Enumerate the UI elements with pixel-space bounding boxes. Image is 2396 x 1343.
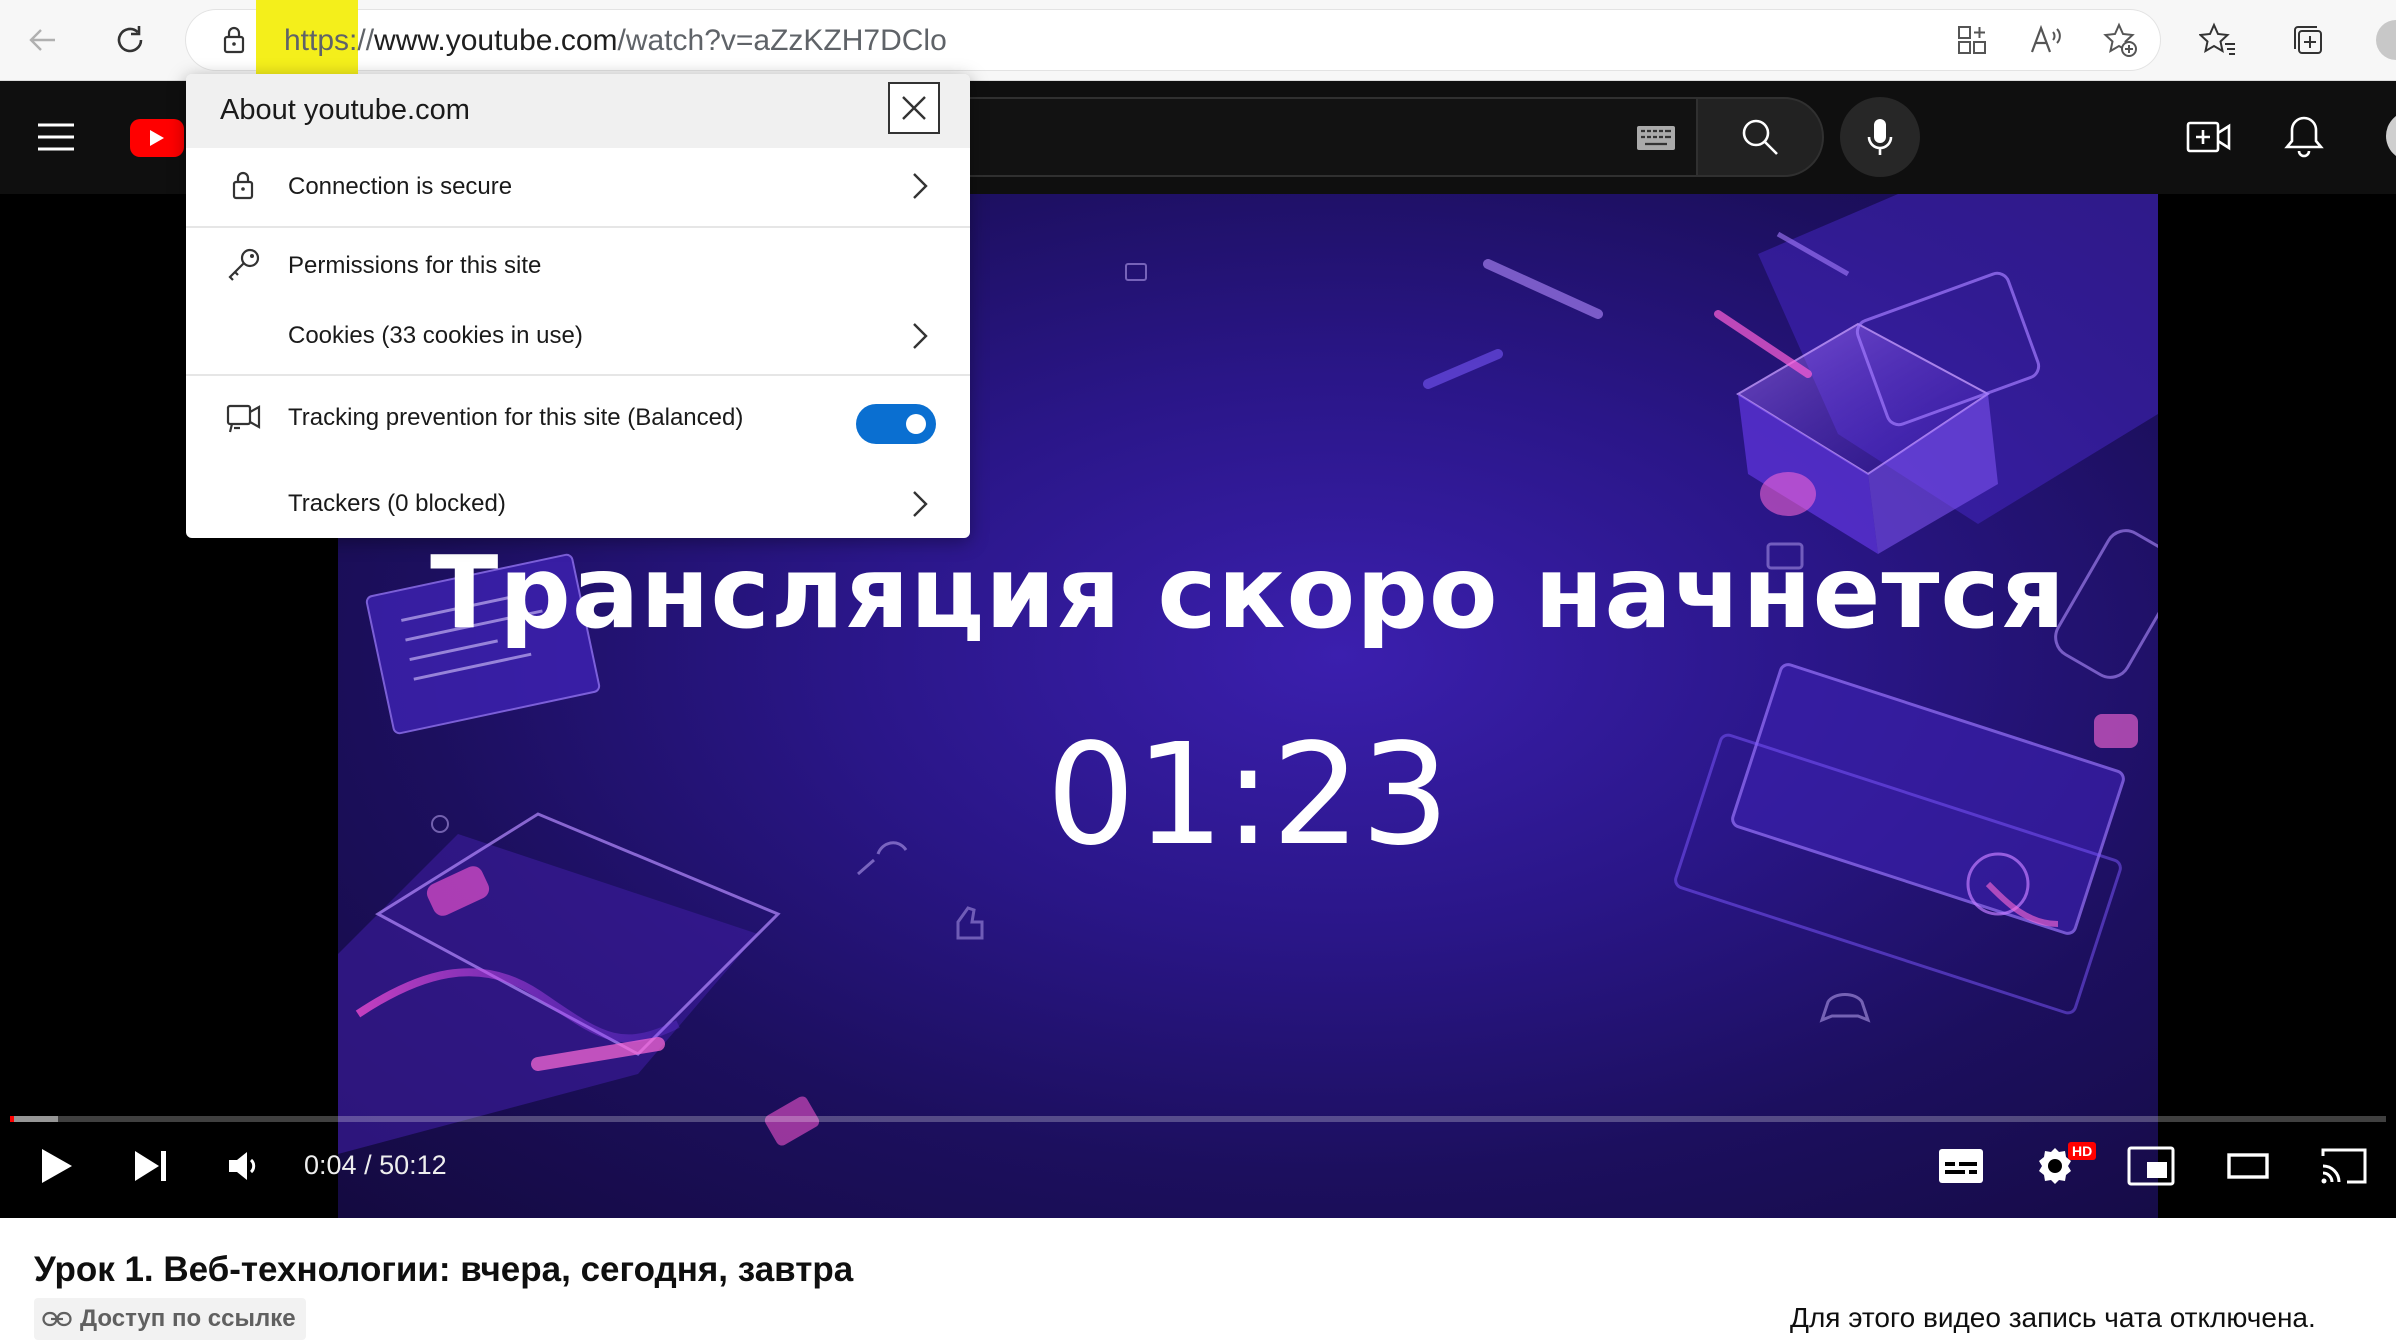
apps-button[interactable] <box>1954 22 1990 58</box>
notifications-button[interactable] <box>2282 113 2326 159</box>
url-protocol: https:// <box>284 24 375 57</box>
next-button[interactable] <box>124 1138 176 1194</box>
time-separator: / <box>356 1150 380 1180</box>
video-overlay-countdown: 01:23 <box>1046 714 1450 877</box>
connection-secure-row[interactable]: Connection is secure <box>186 148 970 226</box>
close-icon <box>902 96 926 120</box>
play-button[interactable] <box>30 1138 82 1194</box>
url-path: /watch?v=aZzKZH7DClo <box>617 24 947 57</box>
bell-icon <box>2284 116 2324 158</box>
menu-button[interactable] <box>36 119 76 155</box>
favorites-icon <box>2199 22 2235 55</box>
popup-title: About youtube.com <box>220 94 470 126</box>
mute-button[interactable] <box>218 1138 270 1194</box>
close-button[interactable] <box>888 82 940 134</box>
profile-avatar <box>2376 20 2396 60</box>
keyboard-icon <box>1637 126 1675 150</box>
time-display: 0:04 / 50:12 <box>304 1150 447 1181</box>
browser-toolbar: https://www.youtube.com/watch?v=aZzKZH7D… <box>0 0 2396 81</box>
permissions-row: Permissions for this site <box>186 228 970 298</box>
subtitles-icon <box>1939 1149 1983 1183</box>
collections-icon <box>2294 26 2322 54</box>
create-button[interactable] <box>2186 117 2232 157</box>
miniplayer-icon <box>2127 1146 2175 1186</box>
back-arrow-icon <box>29 29 55 51</box>
current-time: 0:04 <box>304 1150 357 1180</box>
progress-played <box>10 1116 14 1122</box>
site-info-popup: About youtube.com Connection is secure P… <box>186 74 970 538</box>
account-avatar[interactable] <box>2386 111 2396 161</box>
tracking-label: Tracking prevention for this site (Balan… <box>288 404 744 431</box>
progress-buffered <box>10 1116 58 1122</box>
skip-next-icon <box>135 1151 166 1181</box>
chevron-right-icon <box>910 170 930 202</box>
tracking-prevention-icon <box>226 400 261 434</box>
play-triangle-icon <box>150 130 164 146</box>
chevron-right-icon <box>910 488 930 520</box>
site-info-button[interactable] <box>218 24 250 56</box>
add-favorite-button[interactable] <box>2102 22 2138 58</box>
subtitles-button[interactable] <box>1934 1138 1988 1194</box>
back-button[interactable] <box>20 18 64 62</box>
address-bar[interactable]: https://www.youtube.com/watch?v=aZzKZH7D… <box>186 0 2160 80</box>
search-input[interactable] <box>940 97 1700 177</box>
visibility-badge: Доступ по ссылке <box>34 1298 306 1340</box>
cookies-label: Cookies (33 cookies in use) <box>288 322 583 349</box>
refresh-button[interactable] <box>108 18 152 62</box>
hd-badge: HD <box>2068 1142 2097 1160</box>
lock-icon <box>223 26 245 54</box>
duration: 50:12 <box>379 1150 447 1180</box>
apps-add-icon <box>1958 26 1986 54</box>
keyboard-button[interactable] <box>1636 125 1676 151</box>
toggle-knob <box>906 414 926 434</box>
search-button[interactable] <box>1696 97 1824 177</box>
trackers-row[interactable]: Trackers (0 blocked) <box>186 470 970 538</box>
connection-label: Connection is secure <box>288 173 513 200</box>
theater-mode-icon <box>2227 1153 2269 1179</box>
search-icon <box>1742 119 1778 155</box>
play-icon <box>42 1149 72 1183</box>
trackers-label: Trackers (0 blocked) <box>288 490 506 517</box>
chevron-right-icon <box>910 320 930 352</box>
microphone-icon <box>1867 119 1893 155</box>
profile-button[interactable] <box>2374 18 2396 62</box>
link-icon <box>42 1311 72 1327</box>
favorites-button[interactable] <box>2196 18 2240 62</box>
hamburger-icon <box>38 123 74 151</box>
key-icon <box>226 246 260 281</box>
tracking-prevention-row: Tracking prevention for this site (Balan… <box>186 376 970 470</box>
progress-bar[interactable] <box>10 1116 2386 1122</box>
visibility-label: Доступ по ссылке <box>80 1305 296 1332</box>
video-overlay-title: Трансляция скоро начнется <box>430 534 2066 651</box>
url-text[interactable]: https://www.youtube.com/watch?v=aZzKZH7D… <box>284 24 947 58</box>
chat-disabled-message: Для этого видео запись чата отключена. <box>1790 1302 2316 1333</box>
theater-mode-button[interactable] <box>2220 1138 2276 1194</box>
url-host: www.youtube.com <box>374 24 618 57</box>
voice-search-button[interactable] <box>1840 97 1920 177</box>
youtube-logo[interactable] <box>130 119 184 157</box>
popup-header: About youtube.com <box>186 74 970 148</box>
cast-icon <box>2321 1148 2367 1184</box>
volume-icon <box>229 1152 256 1180</box>
miniplayer-button[interactable] <box>2124 1138 2178 1194</box>
video-add-icon <box>2186 121 2231 153</box>
permissions-label: Permissions for this site <box>288 252 542 279</box>
read-aloud-icon <box>2030 24 2061 53</box>
refresh-icon <box>117 26 143 53</box>
video-title: Урок 1. Веб-технологии: вчера, сегодня, … <box>34 1250 854 1289</box>
star-add-icon <box>2103 22 2137 57</box>
cast-button[interactable] <box>2316 1138 2372 1194</box>
collections-button[interactable] <box>2286 18 2330 62</box>
cookies-row[interactable]: Cookies (33 cookies in use) <box>186 300 970 372</box>
lock-icon <box>226 168 260 202</box>
tracking-prevention-toggle[interactable] <box>856 404 936 444</box>
read-aloud-button[interactable] <box>2028 22 2064 58</box>
